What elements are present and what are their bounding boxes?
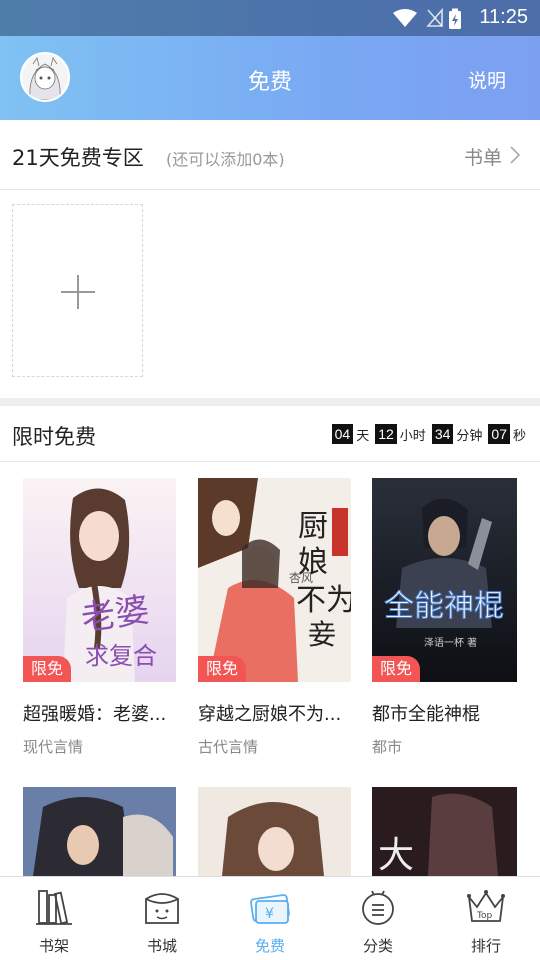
book-cover[interactable] (198, 787, 351, 876)
free-zone-header: 21天免费专区 (还可以添加0本) 书单 (0, 120, 540, 190)
book-cover[interactable]: 全能神棍 泽语一杯 著 限免 (372, 478, 517, 682)
book-cover-illustration-icon: 全能神棍 泽语一杯 著 (372, 478, 517, 682)
add-book-slot[interactable] (12, 204, 143, 377)
svg-text:求复合: 求复合 (85, 642, 157, 670)
svg-text:Top: Top (476, 911, 492, 921)
nav-label: 分类 (362, 937, 393, 955)
nav-label: 书架 (38, 937, 69, 955)
status-time: 11:25 (479, 6, 528, 28)
free-ticket-icon: ¥ (250, 894, 290, 924)
help-link[interactable]: 说明 (468, 66, 506, 93)
book-card[interactable] (23, 787, 177, 876)
free-zone-subtitle: (还可以添加0本) (166, 150, 285, 169)
book-card[interactable]: 大 (372, 787, 526, 876)
book-title[interactable]: 穿越之厨娘不为... (198, 700, 341, 726)
book-card[interactable]: 厨 娘 不为 妾 杏风 限免 穿越之厨娘不为... 古代言情 (198, 478, 352, 756)
book-category: 古代言情 (198, 738, 259, 756)
chevron-right-icon[interactable] (510, 146, 520, 164)
nav-label: 书城 (146, 937, 177, 955)
limited-free-badge: 限免 (372, 656, 420, 682)
nav-label: 免费 (254, 937, 285, 955)
bookshelf-icon (36, 890, 72, 925)
svg-text:¥: ¥ (265, 906, 274, 922)
countdown-seconds: 07 (488, 424, 510, 444)
svg-text:杏风: 杏风 (289, 571, 313, 585)
no-signal-icon (426, 8, 443, 27)
countdown-hours: 12 (375, 424, 397, 444)
nav-item-free[interactable]: ¥ 免费 (216, 877, 324, 960)
plus-icon (61, 275, 95, 309)
bottom-nav: 书架 书城 ¥ 免费 分类 Top 排行 (0, 876, 540, 960)
countdown-timer: 04 天 12 小时 34 分钟 07 秒 (331, 424, 526, 444)
app-header: 11:25 免费 说明 (0, 0, 540, 120)
book-card[interactable]: 全能神棍 泽语一杯 著 限免 都市全能神棍 都市 (372, 478, 526, 756)
svg-text:泽语一杯 著: 泽语一杯 著 (424, 636, 477, 649)
countdown-hours-unit: 小时 (399, 428, 426, 444)
book-cover[interactable] (23, 787, 176, 876)
section-divider (0, 398, 540, 406)
book-category: 现代言情 (23, 738, 84, 756)
book-cover-illustration-icon: 厨 娘 不为 妾 杏风 (198, 478, 351, 682)
book-title[interactable]: 都市全能神棍 (372, 700, 480, 726)
countdown-minutes: 34 (431, 424, 454, 444)
nav-item-bookshelf[interactable]: 书架 (0, 877, 108, 960)
category-icon (362, 890, 394, 925)
bookstore-icon (145, 893, 179, 924)
book-cover-illustration-icon (23, 787, 176, 876)
book-cover-illustration-icon (198, 787, 351, 876)
limited-free-header: 限时免费 04 天 12 小时 34 分钟 07 秒 (0, 406, 540, 462)
svg-text:妾: 妾 (308, 618, 336, 651)
ranking-crown-icon: Top (467, 890, 505, 922)
free-zone-title: 21天免费专区 (12, 146, 144, 170)
book-cover[interactable]: 厨 娘 不为 妾 杏风 限免 (198, 478, 351, 682)
battery-charging-icon (449, 8, 461, 29)
wifi-icon (393, 9, 417, 27)
countdown-minutes-unit: 分钟 (456, 428, 483, 444)
page-title: 免费 (247, 70, 292, 95)
limited-free-badge: 限免 (23, 656, 71, 682)
countdown-seconds-unit: 秒 (512, 428, 526, 444)
svg-text:不为: 不为 (296, 583, 351, 618)
booklist-link[interactable]: 书单 (464, 143, 502, 170)
book-category: 都市 (372, 738, 403, 756)
book-card[interactable]: 老婆 求复合 限免 超强暖婚：老婆... 现代言情 (23, 478, 177, 756)
book-cover-illustration-icon: 老婆 求复合 (23, 478, 176, 682)
nav-item-ranking[interactable]: Top 排行 (432, 877, 540, 960)
book-cover[interactable]: 大 (372, 787, 517, 876)
svg-text:大: 大 (378, 835, 414, 876)
countdown-days: 04 (331, 424, 354, 444)
nav-item-bookstore[interactable]: 书城 (108, 877, 216, 960)
svg-text:全能神棍: 全能神棍 (384, 589, 504, 624)
countdown-days-unit: 天 (356, 428, 370, 444)
nav-label: 排行 (470, 937, 501, 955)
svg-text:厨: 厨 (298, 509, 328, 544)
book-cover-illustration-icon: 大 (372, 787, 517, 876)
book-title[interactable]: 超强暖婚：老婆... (23, 700, 166, 726)
limited-free-badge: 限免 (198, 656, 246, 682)
book-cover[interactable]: 老婆 求复合 限免 (23, 478, 176, 682)
nav-item-category[interactable]: 分类 (324, 877, 432, 960)
book-card[interactable] (198, 787, 352, 876)
status-bar: 11:25 (0, 0, 540, 36)
limited-free-title: 限时免费 (12, 425, 96, 449)
